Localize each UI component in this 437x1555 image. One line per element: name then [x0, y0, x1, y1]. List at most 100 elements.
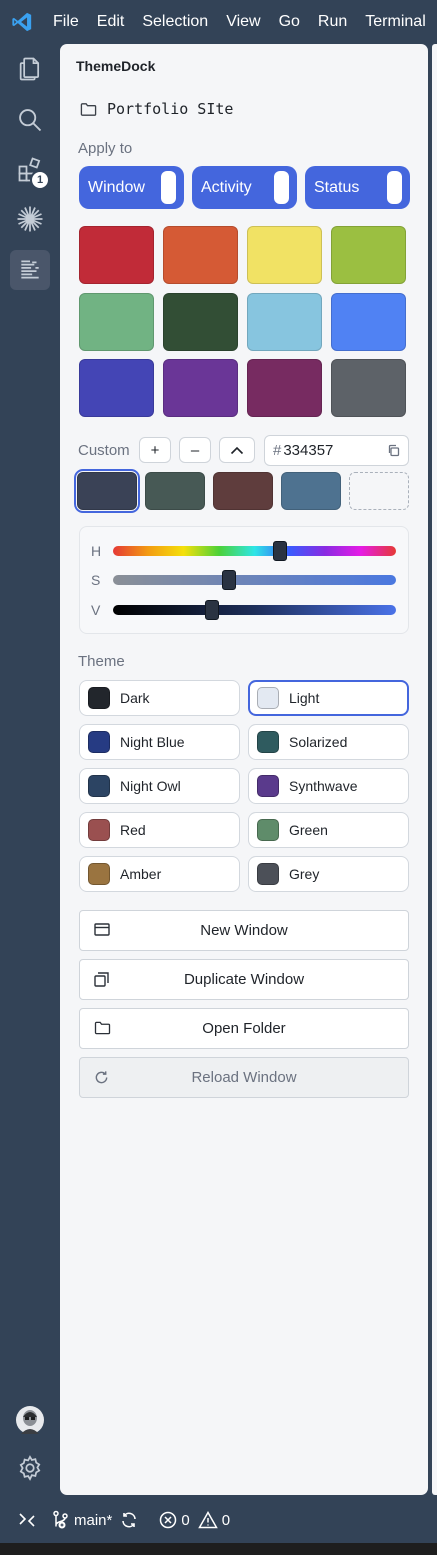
empty-custom-slot[interactable]: [349, 472, 409, 510]
theme-option[interactable]: Dark: [79, 680, 240, 716]
custom-swatch[interactable]: [145, 472, 205, 510]
branch-status[interactable]: main*: [52, 1510, 112, 1530]
color-swatch[interactable]: [247, 359, 322, 417]
color-swatch[interactable]: [79, 292, 154, 351]
hex-input[interactable]: # 334357: [264, 435, 409, 466]
value-label: V: [91, 602, 101, 618]
custom-row: Custom + –: [78, 436, 263, 464]
avatar[interactable]: [10, 1400, 50, 1440]
theme-option[interactable]: Amber: [79, 856, 240, 892]
folder-icon: [94, 1021, 111, 1035]
saturation-slider[interactable]: [112, 570, 396, 590]
problems-status[interactable]: 0 0: [159, 1511, 230, 1529]
color-swatch[interactable]: [331, 226, 406, 284]
toggle-knob: [161, 171, 176, 204]
color-swatch[interactable]: [163, 292, 238, 351]
open-folder-button[interactable]: Open Folder: [79, 1008, 409, 1049]
toggle-knob: [387, 171, 402, 204]
copy-icon[interactable]: [387, 444, 400, 457]
apply-status-toggle[interactable]: Status: [305, 166, 410, 209]
folder-row[interactable]: Portfolio SIte: [80, 100, 233, 118]
extensions-icon[interactable]: 1: [10, 150, 50, 190]
apply-window-label: Window: [88, 178, 145, 196]
menu-view[interactable]: View: [217, 13, 269, 31]
menu-file[interactable]: File: [44, 13, 88, 31]
theme-option[interactable]: Solarized: [248, 724, 409, 760]
custom-swatches: [74, 469, 409, 513]
theme-option[interactable]: Light: [248, 680, 409, 716]
hue-thumb[interactable]: [272, 541, 287, 561]
theme-option-label: Green: [289, 822, 328, 838]
apply-to-label: Apply to: [78, 140, 133, 157]
theme-color-dot: [88, 775, 110, 797]
theme-option[interactable]: Grey: [248, 856, 409, 892]
color-swatch[interactable]: [163, 359, 238, 417]
new-window-button[interactable]: New Window: [79, 910, 409, 951]
color-swatch[interactable]: [163, 226, 238, 284]
sync-icon[interactable]: [120, 1511, 138, 1529]
reload-icon: [94, 1070, 109, 1085]
custom-swatch[interactable]: [74, 469, 140, 513]
apply-activity-toggle[interactable]: Activity: [192, 166, 297, 209]
theme-color-dot: [88, 819, 110, 841]
theme-option[interactable]: Synthwave: [248, 768, 409, 804]
vscode-logo-icon[interactable]: [0, 0, 44, 44]
warning-count: 0: [221, 1511, 231, 1529]
color-swatch[interactable]: [247, 226, 322, 284]
theme-option-label: Red: [120, 822, 146, 838]
activity-bar: 1: [0, 44, 60, 1495]
color-swatch[interactable]: [331, 292, 406, 351]
custom-swatch[interactable]: [281, 472, 341, 510]
themedock-icon[interactable]: [10, 250, 50, 290]
color-swatch[interactable]: [79, 226, 154, 284]
hue-slider[interactable]: [112, 541, 396, 561]
menu-terminal[interactable]: Terminal: [356, 13, 434, 31]
theme-option[interactable]: Green: [248, 812, 409, 848]
theme-option-label: Night Blue: [120, 734, 185, 750]
saturation-thumb[interactable]: [221, 570, 236, 590]
custom-swatch[interactable]: [213, 472, 273, 510]
theme-color-dot: [257, 775, 279, 797]
value-thumb[interactable]: [204, 600, 219, 620]
duplicate-window-button[interactable]: Duplicate Window: [79, 959, 409, 1000]
files-icon[interactable]: [10, 49, 50, 89]
open-folder-label: Open Folder: [202, 1020, 286, 1037]
theme-color-dot: [88, 731, 110, 753]
theme-option-label: Solarized: [289, 734, 348, 750]
new-window-label: New Window: [200, 922, 288, 939]
theme-option[interactable]: Night Owl: [79, 768, 240, 804]
theme-color-dot: [257, 819, 279, 841]
collapse-button[interactable]: [219, 437, 255, 463]
error-icon: [160, 1511, 177, 1529]
theme-option[interactable]: Red: [79, 812, 240, 848]
editor-edge: [432, 44, 437, 1495]
theme-color-dot: [88, 687, 110, 709]
duplicate-icon: [94, 972, 109, 987]
remove-custom-button[interactable]: –: [179, 437, 211, 463]
error-count: 0: [181, 1511, 190, 1529]
color-swatch[interactable]: [247, 292, 322, 351]
theme-grid: Dark Light Night Blue Solarized Night Owl Syn…: [79, 680, 409, 892]
color-swatch-grid: [79, 226, 409, 417]
gear-icon[interactable]: [10, 1448, 50, 1488]
duplicate-window-label: Duplicate Window: [183, 971, 305, 988]
menu-selection[interactable]: Selection: [133, 13, 217, 31]
color-swatch[interactable]: [331, 359, 406, 417]
custom-label: Custom: [78, 441, 130, 459]
remote-icon[interactable]: [18, 1511, 36, 1529]
search-icon[interactable]: [10, 100, 50, 140]
menu-run[interactable]: Run: [309, 13, 356, 31]
color-swatch[interactable]: [79, 359, 154, 417]
apply-status-label: Status: [314, 178, 360, 196]
theme-color-dot: [257, 687, 279, 709]
menu-go[interactable]: Go: [270, 13, 309, 31]
apply-window-toggle[interactable]: Window: [79, 166, 184, 209]
themedock-panel: ThemeDock Portfolio SIte Apply to Window…: [60, 44, 428, 1495]
spark-icon[interactable]: [10, 199, 50, 239]
add-custom-button[interactable]: +: [139, 437, 171, 463]
value-slider[interactable]: [112, 600, 396, 620]
theme-option[interactable]: Night Blue: [79, 724, 240, 760]
theme-option-label: Grey: [289, 866, 320, 882]
reload-window-button[interactable]: Reload Window: [79, 1057, 409, 1098]
menu-edit[interactable]: Edit: [88, 13, 134, 31]
